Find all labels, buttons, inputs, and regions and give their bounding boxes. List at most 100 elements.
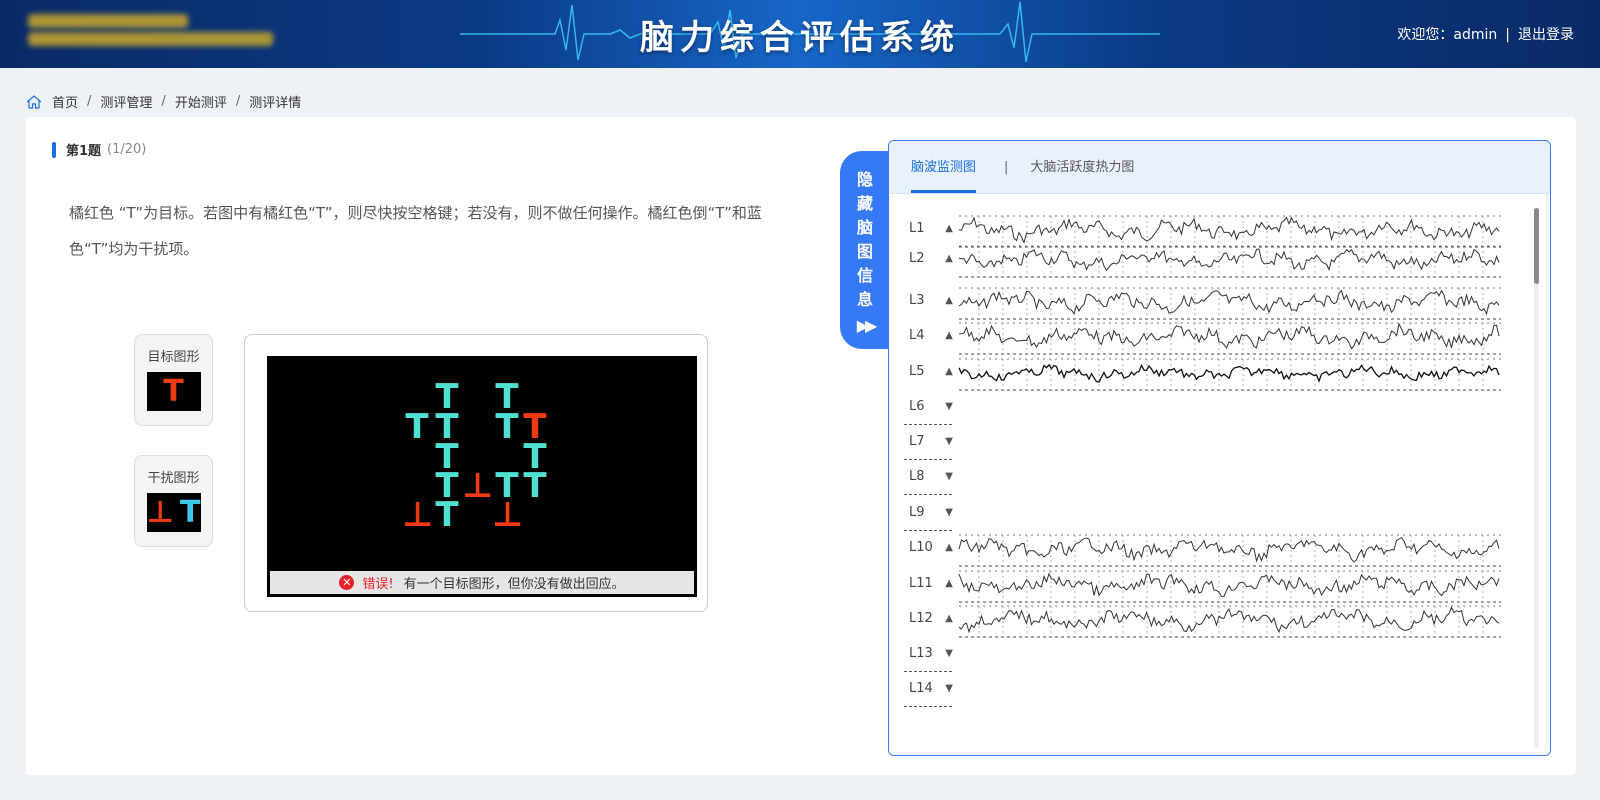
hide-brain-info-label: 隐藏脑图信息 [840, 151, 890, 312]
channel-baseline [904, 530, 952, 531]
eeg-channel-l4[interactable]: L4 ▲ [909, 328, 953, 343]
eeg-scroll-thumb[interactable] [1534, 208, 1539, 284]
channel-baseline [904, 424, 952, 425]
expand-arrow-icon[interactable]: ▲ [945, 330, 953, 341]
expand-arrow-icon[interactable]: ▲ [945, 223, 953, 234]
channel-baseline [904, 706, 952, 707]
collapse-arrow-icon[interactable]: ▼ [945, 507, 953, 518]
channel-label: L12 [909, 611, 933, 626]
question-header: 第1题 (1/20) [52, 140, 146, 159]
stimulus-frame: ✕ 错误! 有一个目标图形，但你没有做出回应。 T T T T T T T T T ⊥ T T ⊥ T ⊥ [244, 334, 708, 612]
channel-label: L5 [909, 364, 925, 379]
hide-label-char: 脑 [856, 218, 873, 237]
collapse-arrow-icon[interactable]: ▼ [945, 401, 953, 412]
distractor-symbol-inverted: ⊥ [146, 495, 174, 530]
question-text: 橘红色 “T”为目标。若图中有橘红色“T”，则尽快按空格键；若没有，则不做任何操… [69, 204, 762, 258]
distractor-shape-swatch: ⊥ T [146, 493, 201, 532]
breadcrumb: 首页 / 测评管理 / 开始测评 / 测评详情 [26, 92, 301, 111]
hide-label-char: 信 [856, 266, 873, 285]
distractor-symbol-blue: T [179, 495, 201, 530]
eeg-chart-area: L1 ▲ L2 ▲ L3 ▲ L4 ▲ L5 ▲ L6 ▼ L7 ▼ L8 ▼ L9 ▼ L10 ▲ L11 ▲ L12 ▲ L… [889, 194, 1550, 755]
main-card: 第1题 (1/20) 橘红色 “T”为目标。若图中有橘红色“T”，则尽快按空格键… [26, 117, 1576, 775]
expand-arrow-icon[interactable]: ▲ [945, 578, 953, 589]
eeg-channel-l1[interactable]: L1 ▲ [909, 221, 953, 236]
collapse-arrow-icon[interactable]: ▼ [945, 471, 953, 482]
user-area: 欢迎您：admin | 退出登录 [1397, 27, 1574, 43]
eeg-channel-l8[interactable]: L8 ▼ [909, 469, 953, 484]
distractor-shape-box: 干扰图形 ⊥ T [134, 455, 213, 547]
stimulus-cyan-symbol: T [435, 495, 459, 535]
breadcrumb-start-eval[interactable]: 开始测评 [175, 92, 227, 111]
channel-label: L1 [909, 221, 925, 236]
eeg-channel-l10[interactable]: L10 ▲ [909, 540, 953, 555]
tab-brain-heatmap[interactable]: 大脑活跃度热力图 [1008, 141, 1134, 194]
eeg-trace-l2 [958, 245, 1501, 278]
hide-label-char: 息 [856, 290, 873, 309]
eeg-channel-l11[interactable]: L11 ▲ [909, 576, 953, 591]
question-count: (1/20) [107, 142, 147, 157]
eeg-channel-l14[interactable]: L14 ▼ [909, 681, 953, 696]
channel-baseline [904, 459, 952, 460]
channel-label: L4 [909, 328, 925, 343]
eeg-channel-l2[interactable]: L2 ▲ [909, 251, 953, 266]
channel-label: L10 [909, 540, 933, 555]
target-shape-box: 目标图形 T [134, 334, 213, 426]
channel-label: L13 [909, 646, 933, 661]
eeg-channel-l6[interactable]: L6 ▼ [909, 399, 953, 414]
eeg-scrollbar[interactable] [1534, 208, 1539, 748]
channel-label: L2 [909, 251, 925, 266]
stimulus-red-symbol: ⊥ [462, 466, 494, 506]
collapse-arrow-icon[interactable]: ▼ [945, 436, 953, 447]
expand-arrow-icon[interactable]: ▲ [945, 613, 953, 624]
channel-label: L8 [909, 469, 925, 484]
expand-arrow-icon[interactable]: ▲ [945, 542, 953, 553]
channel-baseline [904, 494, 952, 495]
eeg-trace-l5 [958, 358, 1501, 391]
app-title: 脑力综合评估系统 [640, 18, 960, 58]
eeg-channel-l13[interactable]: L13 ▼ [909, 646, 953, 661]
error-label: 错误! [362, 577, 394, 592]
eeg-trace-l3 [958, 287, 1501, 320]
home-icon[interactable] [26, 94, 42, 110]
eeg-channel-l3[interactable]: L3 ▲ [909, 293, 953, 308]
feedback-bar: ✕ 错误! 有一个目标图形，但你没有做出回应。 [270, 571, 694, 594]
hide-brain-info-button[interactable]: 隐藏脑图信息 ▶▶ [840, 151, 890, 349]
expand-arrow-icon[interactable]: ▲ [945, 253, 953, 264]
eeg-waveforms [958, 215, 1501, 638]
stimulus-red-symbol: ⊥ [402, 495, 434, 535]
breadcrumb-eval-detail: 测评详情 [249, 96, 302, 111]
stimulus-cyan-symbol: T [405, 407, 429, 447]
eeg-trace-l1 [958, 215, 1501, 248]
eeg-panel: 脑波监测图 | 大脑活跃度热力图 L1 ▲ L2 ▲ L3 ▲ L4 ▲ L5 ▲ L6 ▼ L7 ▼ L8… [888, 140, 1551, 756]
eeg-channel-l9[interactable]: L9 ▼ [909, 505, 953, 520]
eeg-trace-l10 [958, 534, 1501, 567]
expand-arrow-icon[interactable]: ▲ [945, 366, 953, 377]
eeg-channel-l12[interactable]: L12 ▲ [909, 611, 953, 626]
breadcrumb-home[interactable]: 首页 [52, 92, 78, 111]
eeg-trace-l12 [958, 605, 1501, 638]
channel-label: L3 [909, 293, 925, 308]
target-shape-swatch: T [146, 372, 201, 411]
channel-baseline [904, 671, 952, 672]
stimulus-cyan-symbol: T [495, 407, 519, 447]
double-arrow-icon: ▶▶ [856, 316, 878, 335]
expand-arrow-icon[interactable]: ▲ [945, 295, 953, 306]
hide-label-char: 藏 [856, 194, 873, 213]
collapse-arrow-icon[interactable]: ▼ [945, 683, 953, 694]
channel-label: L9 [909, 505, 925, 520]
channel-label: L7 [909, 434, 925, 449]
stimulus-screen[interactable]: ✕ 错误! 有一个目标图形，但你没有做出回应。 T T T T T T T T T ⊥ T T ⊥ T ⊥ [267, 356, 697, 597]
eeg-channel-l7[interactable]: L7 ▼ [909, 434, 953, 449]
tab-eeg-monitor[interactable]: 脑波监测图 [889, 141, 977, 194]
stimulus-cyan-symbol: T [523, 466, 547, 506]
breadcrumb-eval-mgmt[interactable]: 测评管理 [100, 92, 152, 111]
logout-link[interactable]: 退出登录 [1518, 27, 1574, 43]
hide-label-char: 隐 [856, 170, 873, 189]
eeg-trace-l4 [958, 322, 1501, 355]
question-title: 第1题 [66, 144, 102, 159]
hide-label-char: 图 [856, 242, 873, 261]
distractor-shape-label: 干扰图形 [147, 471, 200, 486]
collapse-arrow-icon[interactable]: ▼ [945, 648, 953, 659]
eeg-channel-l5[interactable]: L5 ▲ [909, 364, 953, 379]
feedback-message: 有一个目标图形，但你没有做出回应。 [403, 577, 625, 592]
